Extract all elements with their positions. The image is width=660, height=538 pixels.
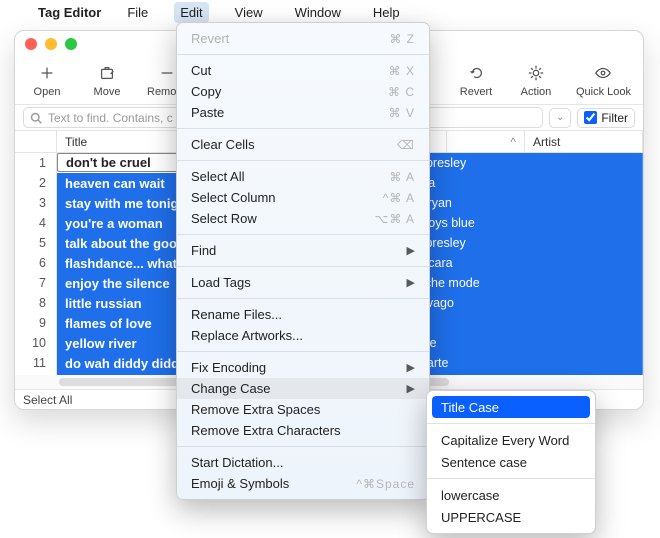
row-number: 6 xyxy=(15,253,57,273)
submenu-capitalize-every[interactable]: Capitalize Every Word xyxy=(427,429,595,451)
app-menu[interactable]: Tag Editor xyxy=(38,5,101,20)
row-number: 11 xyxy=(15,353,57,373)
revert-icon xyxy=(466,64,486,82)
chevron-right-icon: ▶ xyxy=(407,244,415,257)
menu-item-paste[interactable]: Paste⌘ V xyxy=(177,102,429,123)
menu-file[interactable]: File xyxy=(121,2,154,23)
minus-icon xyxy=(157,64,177,82)
revert-label: Revert xyxy=(460,86,492,98)
menu-item-dictation[interactable]: Start Dictation... xyxy=(177,452,429,473)
menu-item-find[interactable]: Find▶ xyxy=(177,240,429,261)
row-number: 3 xyxy=(15,193,57,213)
chevron-down-icon: ⌄ xyxy=(556,112,564,123)
row-number: 8 xyxy=(15,293,57,313)
gear-icon xyxy=(526,64,546,82)
row-number: 10 xyxy=(15,333,57,353)
status-text: Select All xyxy=(23,393,72,407)
menu-item-change-case[interactable]: Change Case▶ xyxy=(177,378,429,399)
menu-item-select-row[interactable]: Select Row⌥⌘ A xyxy=(177,208,429,229)
plus-icon xyxy=(37,64,57,82)
menu-item-rename-files[interactable]: Rename Files... xyxy=(177,304,429,325)
filter-label: Filter xyxy=(601,111,628,125)
menu-item-remove-chars[interactable]: Remove Extra Characters xyxy=(177,420,429,441)
column-number[interactable] xyxy=(15,131,57,152)
move-label: Move xyxy=(94,86,121,98)
row-number: 2 xyxy=(15,173,57,193)
menu-item-select-all[interactable]: Select All⌘ A xyxy=(177,166,429,187)
search-placeholder: Text to find. Contains, c xyxy=(48,111,173,125)
chevron-right-icon: ▶ xyxy=(407,276,415,289)
column-sort[interactable]: ^ xyxy=(447,131,525,152)
close-window-button[interactable] xyxy=(25,38,37,50)
revert-button[interactable]: Revert xyxy=(456,64,496,98)
submenu-title-case[interactable]: Title Case xyxy=(432,396,590,418)
row-number: 9 xyxy=(15,313,57,333)
menu-view[interactable]: View xyxy=(229,2,269,23)
menu-item-replace-artworks[interactable]: Replace Artworks... xyxy=(177,325,429,346)
row-number: 1 xyxy=(15,153,57,173)
quick-look-button[interactable]: Quick Look xyxy=(576,64,631,98)
action-button[interactable]: Action xyxy=(516,64,556,98)
move-button[interactable]: Move xyxy=(87,64,127,98)
menu-item-cut[interactable]: Cut⌘ X xyxy=(177,60,429,81)
change-case-submenu: Title Case Capitalize Every Word Sentenc… xyxy=(426,390,596,534)
zoom-window-button[interactable] xyxy=(65,38,77,50)
open-label: Open xyxy=(34,86,61,98)
chevron-right-icon: ▶ xyxy=(407,382,415,395)
quick-look-label: Quick Look xyxy=(576,86,631,98)
menu-item-load-tags[interactable]: Load Tags▶ xyxy=(177,272,429,293)
row-number: 5 xyxy=(15,233,57,253)
menu-help[interactable]: Help xyxy=(367,2,406,23)
menu-window[interactable]: Window xyxy=(289,2,347,23)
menu-item-clear-cells[interactable]: Clear Cells⌫ xyxy=(177,134,429,155)
menu-item-select-column[interactable]: Select Column^⌘ A xyxy=(177,187,429,208)
menubar: Tag Editor File Edit View Window Help xyxy=(0,0,660,24)
filter-checkbox[interactable] xyxy=(584,111,597,124)
submenu-sentence-case[interactable]: Sentence case xyxy=(427,451,595,473)
menu-item-revert: Revert⌘ Z xyxy=(177,28,429,49)
menu-item-remove-spaces[interactable]: Remove Extra Spaces xyxy=(177,399,429,420)
move-icon xyxy=(97,64,117,82)
action-label: Action xyxy=(521,86,552,98)
menu-item-emoji[interactable]: Emoji & Symbols^⌘Space xyxy=(177,473,429,494)
row-number: 7 xyxy=(15,273,57,293)
eye-icon xyxy=(593,64,613,82)
column-artist[interactable]: Artist xyxy=(525,131,643,152)
submenu-lowercase[interactable]: lowercase xyxy=(427,484,595,506)
filter-toggle[interactable]: Filter xyxy=(577,108,635,128)
menu-item-copy[interactable]: Copy⌘ C xyxy=(177,81,429,102)
menu-edit[interactable]: Edit xyxy=(174,2,208,23)
minimize-window-button[interactable] xyxy=(45,38,57,50)
menu-item-fix-encoding[interactable]: Fix Encoding▶ xyxy=(177,357,429,378)
row-number: 4 xyxy=(15,213,57,233)
edit-menu-dropdown: Revert⌘ Z Cut⌘ X Copy⌘ C Paste⌘ V Clear … xyxy=(176,22,430,500)
search-icon xyxy=(30,112,42,124)
submenu-uppercase[interactable]: UPPERCASE xyxy=(427,506,595,528)
chevron-right-icon: ▶ xyxy=(407,361,415,374)
open-button[interactable]: Open xyxy=(27,64,67,98)
field-chip[interactable]: ⌄ xyxy=(549,108,571,128)
